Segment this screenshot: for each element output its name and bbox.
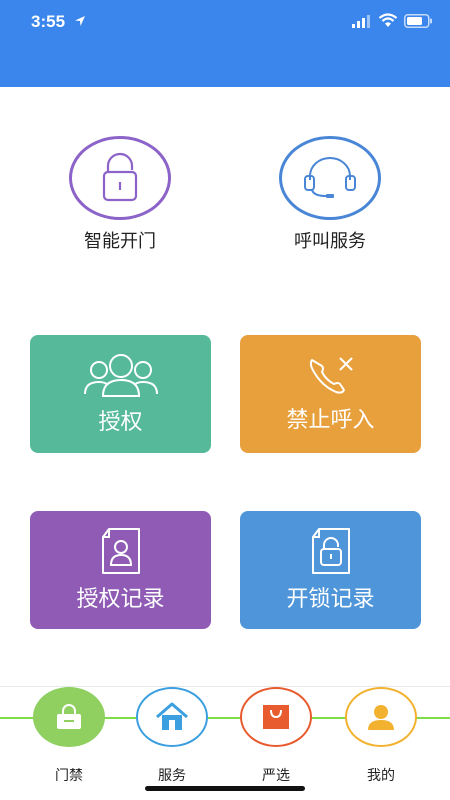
nav-mine-label: 我的 — [367, 768, 395, 784]
access-icon — [57, 704, 81, 729]
header-bar: 3:55 — [0, 0, 450, 87]
authorize-tile[interactable]: 授权 — [30, 335, 211, 453]
block-incoming-label: 禁止呼入 — [286, 408, 375, 433]
nav-item-selection[interactable]: 严选 — [236, 687, 316, 785]
smart-open-door-button[interactable]: 智能开门 — [55, 136, 185, 253]
call-service-ring — [279, 136, 381, 220]
nav-service-label: 服务 — [158, 768, 186, 784]
nav-selection-circle — [240, 687, 312, 747]
unlock-records-tile[interactable]: 开锁记录 — [240, 511, 421, 629]
location-arrow-icon — [75, 16, 85, 26]
status-time: 3:55 — [31, 12, 66, 31]
shopping-bag-icon — [263, 705, 289, 729]
person-icon — [368, 705, 394, 730]
bottom-nav: 门禁 服务 严选 我的 — [0, 686, 450, 800]
home-indicator[interactable] — [145, 786, 305, 791]
nav-selection-label: 严选 — [262, 768, 290, 784]
users-icon — [83, 354, 158, 397]
authorization-records-tile[interactable]: 授权记录 — [30, 511, 211, 629]
call-block-icon — [309, 357, 353, 394]
app-screen: 3:55 智能开门 呼叫服务 授权 禁止呼入 授权记录 开锁记录 门禁 服务 严… — [0, 0, 450, 800]
nav-service-circle — [136, 687, 208, 747]
cellular-signal-icon — [352, 15, 370, 28]
unlock-records-label: 开锁记录 — [286, 587, 375, 612]
call-service-button[interactable]: 呼叫服务 — [265, 136, 395, 253]
unlock-icon — [102, 152, 138, 202]
nav-access-circle — [33, 687, 105, 747]
authorization-records-label: 授权记录 — [76, 587, 165, 612]
call-service-label: 呼叫服务 — [294, 231, 366, 252]
user-document-icon — [101, 528, 140, 574]
nav-access-label: 门禁 — [55, 768, 83, 784]
authorize-label: 授权 — [98, 410, 143, 435]
smart-open-door-label: 智能开门 — [84, 231, 156, 252]
nav-item-mine[interactable]: 我的 — [341, 687, 421, 785]
lock-document-icon — [311, 528, 350, 574]
nav-mine-circle — [345, 687, 417, 747]
home-icon — [156, 702, 188, 730]
battery-icon — [404, 14, 432, 28]
headset-icon — [304, 157, 356, 198]
smart-open-door-ring — [69, 136, 171, 220]
wifi-icon — [378, 13, 398, 27]
nav-item-service[interactable]: 服务 — [132, 687, 212, 785]
nav-item-access[interactable]: 门禁 — [29, 687, 109, 785]
block-incoming-tile[interactable]: 禁止呼入 — [240, 335, 421, 453]
